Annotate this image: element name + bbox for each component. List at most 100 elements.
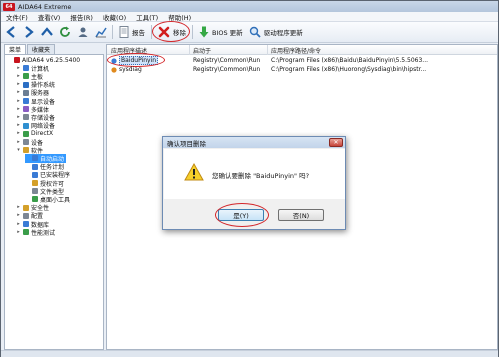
tree-item-icon (32, 163, 38, 170)
tree-item[interactable]: ▾ 软件 (16, 146, 43, 155)
report-icon (119, 26, 129, 38)
tree-expander-icon[interactable]: ▸ (16, 221, 21, 227)
tree-item-icon (23, 98, 29, 105)
tree-item[interactable]: ▸ 网络设备 (16, 122, 55, 130)
navigation-tree: AIDA64 v6.25.5400 ▸ 计算机 ▸ 主板 ▸ 操作系统 ▸ 服务器 ▸ 显示设备 ▸ 多… (4, 54, 104, 350)
remove-button[interactable]: 移除 (152, 21, 190, 42)
download-arrow-icon (199, 26, 209, 38)
menu-bar: 文件(F) 查看(V) 报告(R) 收藏(O) 工具(T) 帮助(H) (1, 12, 498, 22)
title-bar: 64 AIDA64 Extreme (1, 1, 498, 12)
tree-item-icon (23, 204, 29, 211)
tree-expander-icon[interactable] (25, 181, 30, 186)
column-divider[interactable] (189, 45, 190, 55)
tree-expander-icon[interactable]: ▸ (16, 73, 21, 79)
tab-favorites[interactable]: 收藏夹 (27, 44, 56, 54)
column-divider[interactable] (267, 45, 268, 55)
list-row[interactable]: BaiduPinyin Registry\Common\Run C:\Program… (107, 53, 497, 67)
tree-item-icon (32, 171, 38, 178)
tree-item-icon (14, 57, 20, 64)
tree-item-icon (32, 196, 38, 203)
window-title: AIDA64 Extreme (18, 2, 72, 11)
driver-update-label: 驱动程序更新 (263, 29, 303, 37)
dialog-title-bar: 确认项目删除 ✕ (163, 137, 345, 148)
forward-icon[interactable] (21, 24, 37, 40)
tree-item-icon (23, 147, 29, 154)
back-icon[interactable] (3, 24, 19, 40)
tree-expander-icon[interactable] (25, 172, 30, 177)
tree-expander-icon[interactable]: ▸ (16, 65, 21, 71)
tree-expander-icon[interactable]: ▸ (16, 98, 21, 104)
tree-expander-icon[interactable]: ▸ (16, 139, 21, 145)
tree-expander-icon[interactable]: ▸ (16, 229, 21, 235)
tree-expander-icon[interactable] (25, 164, 30, 169)
menu-help[interactable]: 帮助(H) (163, 12, 196, 22)
tree-expander-icon[interactable]: ▸ (16, 131, 21, 136)
menu-tools[interactable]: 工具(T) (131, 12, 163, 22)
tree-expander-icon[interactable] (25, 189, 30, 194)
tab-menu[interactable]: 菜单 (4, 44, 27, 54)
bios-update-label: BIOS 更新 (212, 29, 243, 37)
tree-item-icon (23, 212, 29, 219)
column-header-start[interactable]: 启动于 (193, 46, 211, 55)
tree-expander-icon[interactable]: ▾ (16, 147, 21, 153)
tree-expander-icon[interactable] (25, 197, 30, 202)
report-button[interactable]: 报告 (116, 24, 148, 40)
confirm-delete-dialog: 确认项目删除 ✕ 您确认要删除 "BaiduPinyin" 吗? 是(Y) 否(… (162, 136, 346, 230)
menu-file[interactable]: 文件(F) (1, 12, 33, 22)
menu-report[interactable]: 报告(R) (65, 12, 98, 22)
toolbar: 报告 移除 BIOS 更新 驱动程序更新 (1, 21, 498, 43)
tree-item[interactable]: ▸ 性能测试 (16, 228, 56, 237)
tree-item-icon (23, 139, 29, 146)
tree-expander-icon[interactable]: ▸ (16, 106, 21, 112)
magnifier-icon (249, 26, 261, 38)
toolbar-separator (192, 25, 193, 39)
cell-path: C:\Program Files (x86)\Huorong\Sysdiag\b… (271, 66, 427, 73)
column-header-path[interactable]: 应用程序路径/命令 (271, 46, 321, 55)
report-label: 报告 (132, 29, 145, 37)
highlight-oval (152, 21, 190, 42)
tree-item-label: 性能测试 (31, 229, 56, 237)
tree-item-icon (23, 65, 29, 72)
cell-start-location: Registry\Common\Run (193, 57, 261, 64)
tree-item-label: DirectX (31, 130, 54, 138)
status-bar (1, 350, 498, 357)
tree-item-icon (23, 122, 29, 129)
dialog-title: 确认项目删除 (167, 139, 206, 148)
tree-item-icon (23, 89, 29, 96)
bios-update-button[interactable]: BIOS 更新 (196, 24, 246, 40)
list-header: 应用程序描述 启动于 应用程序路径/命令 (107, 45, 497, 55)
cell-description: sysdiag (119, 66, 142, 73)
tree-expander-icon[interactable] (25, 156, 30, 161)
no-button[interactable]: 否(N) (278, 209, 324, 221)
tree-expander-icon[interactable] (7, 58, 12, 63)
tree-item-icon (32, 188, 38, 195)
tree-item-label: AIDA64 v6.25.5400 (22, 56, 81, 64)
warning-icon (184, 162, 204, 183)
tree-item-icon (23, 229, 29, 236)
chart-icon[interactable] (93, 24, 109, 40)
up-icon[interactable] (39, 24, 55, 40)
tree-expander-icon[interactable]: ▸ (16, 205, 21, 210)
tree-expander-icon[interactable]: ▸ (16, 213, 21, 218)
tree-expander-icon[interactable]: ▸ (16, 82, 21, 87)
tree-item-icon (32, 180, 38, 187)
dialog-close-button[interactable]: ✕ (329, 138, 343, 147)
tree-item-icon (23, 114, 29, 121)
list-row[interactable]: sysdiag Registry\Common\Run C:\Program Fil… (107, 65, 497, 75)
app-icon (111, 66, 117, 75)
tree-item-icon (23, 130, 29, 137)
tree-expander-icon[interactable]: ▸ (16, 123, 21, 128)
tree-item-icon (23, 106, 29, 113)
driver-update-button[interactable]: 驱动程序更新 (246, 24, 306, 40)
tree-expander-icon[interactable]: ▸ (16, 90, 21, 95)
refresh-icon[interactable] (57, 24, 73, 40)
tree-item-icon (23, 73, 29, 80)
user-icon[interactable] (75, 24, 91, 40)
tree-item-icon (32, 155, 38, 162)
tree-expander-icon[interactable]: ▸ (16, 114, 21, 120)
menu-view[interactable]: 查看(V) (33, 12, 66, 22)
dialog-message: 您确认要删除 "BaiduPinyin" 吗? (212, 172, 310, 180)
tree-item-icon (23, 81, 29, 88)
menu-favorites[interactable]: 收藏(O) (98, 12, 131, 22)
highlight-oval (215, 203, 269, 227)
